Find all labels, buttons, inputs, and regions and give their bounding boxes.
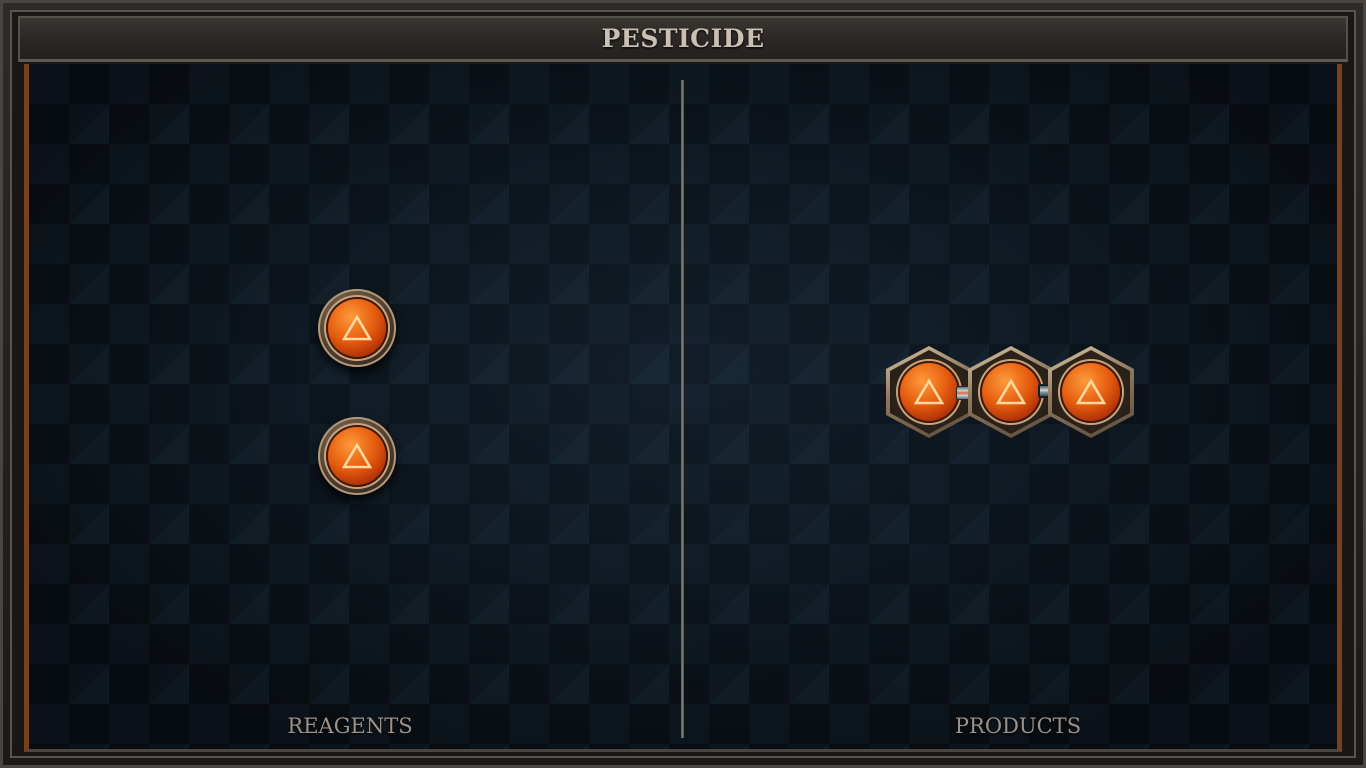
- hex-socket-inner: [1052, 350, 1130, 434]
- fire-triangle-orb-icon: [326, 297, 388, 359]
- fire-triangle-orb-icon: [980, 361, 1042, 423]
- panel-divider: [681, 80, 684, 738]
- title-bar: PESTICIDE: [18, 16, 1348, 62]
- reagent-slot-2[interactable]: [318, 417, 396, 495]
- fire-triangle-orb-icon: [898, 361, 960, 423]
- fire-triangle-orb-icon: [1060, 361, 1122, 423]
- fire-triangle-orb-icon: [326, 425, 388, 487]
- reagents-label: REAGENTS: [287, 714, 413, 738]
- reagent-slot-1[interactable]: [318, 289, 396, 367]
- products-label: PRODUCTS: [954, 714, 1082, 738]
- recipe-title: PESTICIDE: [601, 24, 765, 53]
